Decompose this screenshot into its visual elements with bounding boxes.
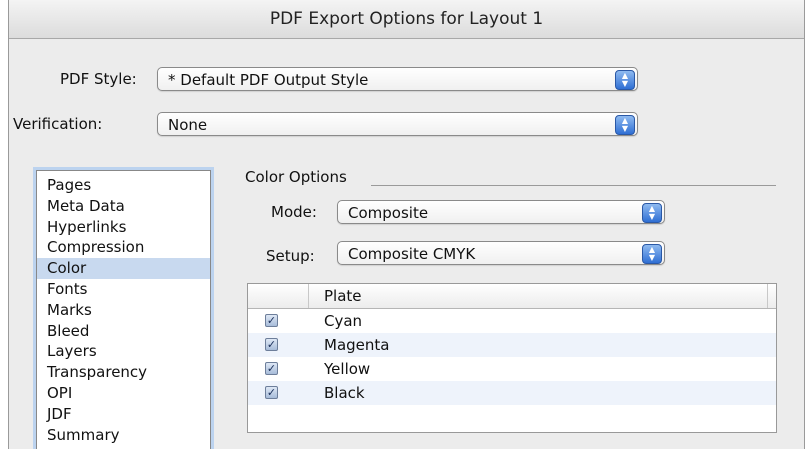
sidebar-item-compression[interactable]: Compression: [37, 237, 210, 258]
sidebar-item-bleed[interactable]: Bleed: [37, 321, 210, 342]
plate-name: Black: [324, 384, 365, 402]
verification-label: Verification:: [13, 115, 103, 133]
sidebar-item-hyperlinks[interactable]: Hyperlinks: [37, 217, 210, 238]
plate-name: Magenta: [324, 336, 390, 354]
table-row: ✓ Black: [248, 381, 776, 405]
verification-popup[interactable]: None ▲ ▼: [157, 112, 638, 136]
options-category-list[interactable]: Pages Meta Data Hyperlinks Compression C…: [36, 170, 211, 449]
sidebar-item-opi[interactable]: OPI: [37, 383, 210, 404]
pdf-style-value: * Default PDF Output Style: [168, 71, 369, 89]
check-column-header[interactable]: [248, 284, 309, 308]
plates-table: Plate ✓ Cyan ✓ Magenta ✓ Yellow ✓ Black: [247, 283, 777, 433]
up-down-arrows-icon: ▲ ▼: [642, 203, 662, 223]
verification-value: None: [168, 116, 208, 134]
sidebar-item-summary[interactable]: Summary: [37, 425, 210, 446]
plate-checkbox[interactable]: ✓: [265, 362, 278, 375]
setup-popup[interactable]: Composite CMYK ▲ ▼: [337, 241, 665, 265]
plate-checkbox[interactable]: ✓: [265, 338, 278, 351]
sidebar-item-jdf[interactable]: JDF: [37, 404, 210, 425]
group-divider: [371, 185, 776, 186]
plate-name: Cyan: [324, 312, 363, 330]
mode-label: Mode:: [271, 203, 317, 221]
sidebar-item-fonts[interactable]: Fonts: [37, 279, 210, 300]
column-divider: [767, 284, 768, 308]
setup-label: Setup:: [266, 247, 315, 265]
up-down-arrows-icon: ▲ ▼: [615, 70, 635, 90]
sidebar-item-color[interactable]: Color: [37, 258, 210, 279]
table-row: ✓ Yellow: [248, 357, 776, 381]
plate-name: Yellow: [324, 360, 371, 378]
pdf-style-label: PDF Style:: [60, 70, 137, 88]
mode-value: Composite: [348, 204, 429, 222]
plate-checkbox[interactable]: ✓: [265, 386, 278, 399]
mode-popup[interactable]: Composite ▲ ▼: [337, 200, 665, 224]
table-row: ✓ Cyan: [248, 309, 776, 333]
table-row: ✓ Magenta: [248, 333, 776, 357]
sidebar-item-pages[interactable]: Pages: [37, 175, 210, 196]
table-header: Plate: [248, 284, 776, 309]
sidebar-item-meta-data[interactable]: Meta Data: [37, 196, 210, 217]
color-options-title: Color Options: [245, 168, 347, 186]
sidebar-item-marks[interactable]: Marks: [37, 300, 210, 321]
up-down-arrows-icon: ▲ ▼: [615, 115, 635, 135]
setup-value: Composite CMYK: [348, 245, 476, 263]
plate-column-header[interactable]: Plate: [324, 284, 362, 308]
window-title: PDF Export Options for Layout 1: [9, 0, 804, 39]
plate-checkbox[interactable]: ✓: [265, 314, 278, 327]
sidebar-item-transparency[interactable]: Transparency: [37, 362, 210, 383]
up-down-arrows-icon: ▲ ▼: [642, 244, 662, 264]
sidebar-item-layers[interactable]: Layers: [37, 341, 210, 362]
pdf-export-dialog: PDF Export Options for Layout 1 PDF Styl…: [8, 0, 805, 449]
pdf-style-popup[interactable]: * Default PDF Output Style ▲ ▼: [157, 67, 638, 91]
